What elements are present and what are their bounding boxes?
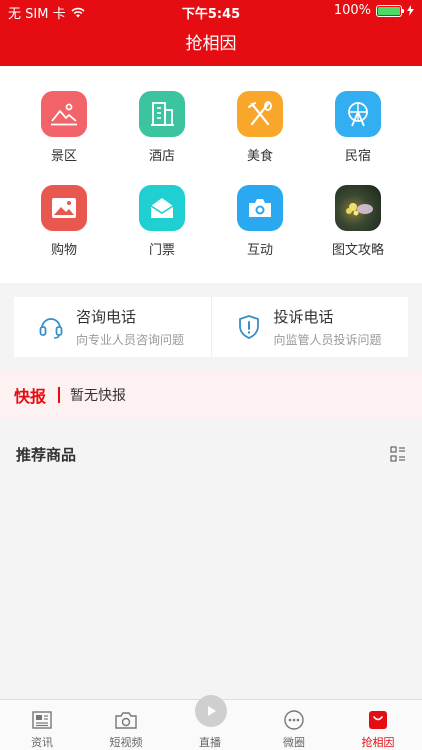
tab-label: 直播 [199,736,221,749]
camera-outline-icon [115,712,137,729]
phone-title: 咨询电话 [76,308,137,326]
news-divider [58,387,61,403]
nav-bar: 抢相因 [0,22,422,66]
live-play-button[interactable] [195,695,227,727]
charging-icon [407,5,414,16]
image-icon [41,185,87,231]
status-bar: 无 SIM 卡 下午5:45 100% [0,0,422,22]
tab-bar: 资讯 短视频 直播 微圈 抢相因 [0,695,422,750]
envelope-icon [139,185,185,231]
category-label: 民宿 [344,149,371,164]
battery-info: 100% [334,3,414,18]
category-shopping[interactable]: 购物 [15,185,113,258]
utensils-icon [237,91,283,137]
category-homestay[interactable]: 民宿 [309,91,407,164]
tab-label: 资讯 [31,736,53,749]
recommend-title: 推荐商品 [16,446,77,464]
consult-phone-card[interactable]: 咨询电话 向专业人员咨询问题 [14,297,211,357]
category-grid: 景区 酒店 美食 民宿 购物 门票 互动 图文攻略 [0,66,422,283]
camera-icon [237,185,283,231]
chat-bubble-icon [284,710,304,730]
category-label: 互动 [246,243,273,258]
tab-label: 微圈 [283,736,305,749]
shopping-bag-icon [369,711,387,729]
tab-label: 短视频 [109,736,143,749]
category-scenic[interactable]: 景区 [15,91,113,164]
list-view-icon[interactable] [390,446,406,462]
guide-thumbnail-icon [335,185,381,231]
category-label: 美食 [246,149,273,164]
phone-subtitle: 向监管人员投诉问题 [273,333,382,347]
category-label: 酒店 [148,149,175,164]
newspaper-icon [32,711,52,729]
category-label: 景区 [50,149,77,164]
play-icon [208,706,216,716]
battery-icon [376,4,404,17]
news-tag: 快报 [14,387,47,406]
phone-title: 投诉电话 [273,308,334,326]
news-bar[interactable]: 快报 暂无快报 [0,370,422,420]
category-tickets[interactable]: 门票 [113,185,211,258]
category-guides[interactable]: 图文攻略 [309,185,407,258]
page-title: 抢相因 [185,34,237,54]
category-interaction[interactable]: 互动 [211,185,309,258]
category-label: 购物 [50,243,77,258]
category-food[interactable]: 美食 [211,91,309,164]
shield-alert-icon [238,315,259,339]
category-hotel[interactable]: 酒店 [113,91,211,164]
phone-subtitle: 向专业人员咨询问题 [76,333,185,347]
category-label: 门票 [148,243,175,258]
tab-news[interactable]: 资讯 [0,700,84,750]
ferris-wheel-icon [335,91,381,137]
category-label: 图文攻略 [331,243,384,258]
phone-section: 咨询电话 向专业人员咨询问题 投诉电话 向监管人员投诉问题 [14,297,408,357]
tab-shop[interactable]: 抢相因 [336,700,420,750]
headset-icon [39,318,63,339]
battery-percent: 100% [333,3,371,18]
complaint-phone-card[interactable]: 投诉电话 向监管人员投诉问题 [210,297,409,357]
news-message: 暂无快报 [70,388,127,404]
tab-label: 抢相因 [361,736,395,749]
landscape-icon [41,91,87,137]
building-icon [139,91,185,137]
tab-moments[interactable]: 微圈 [252,700,336,750]
tab-short-video[interactable]: 短视频 [84,700,168,750]
